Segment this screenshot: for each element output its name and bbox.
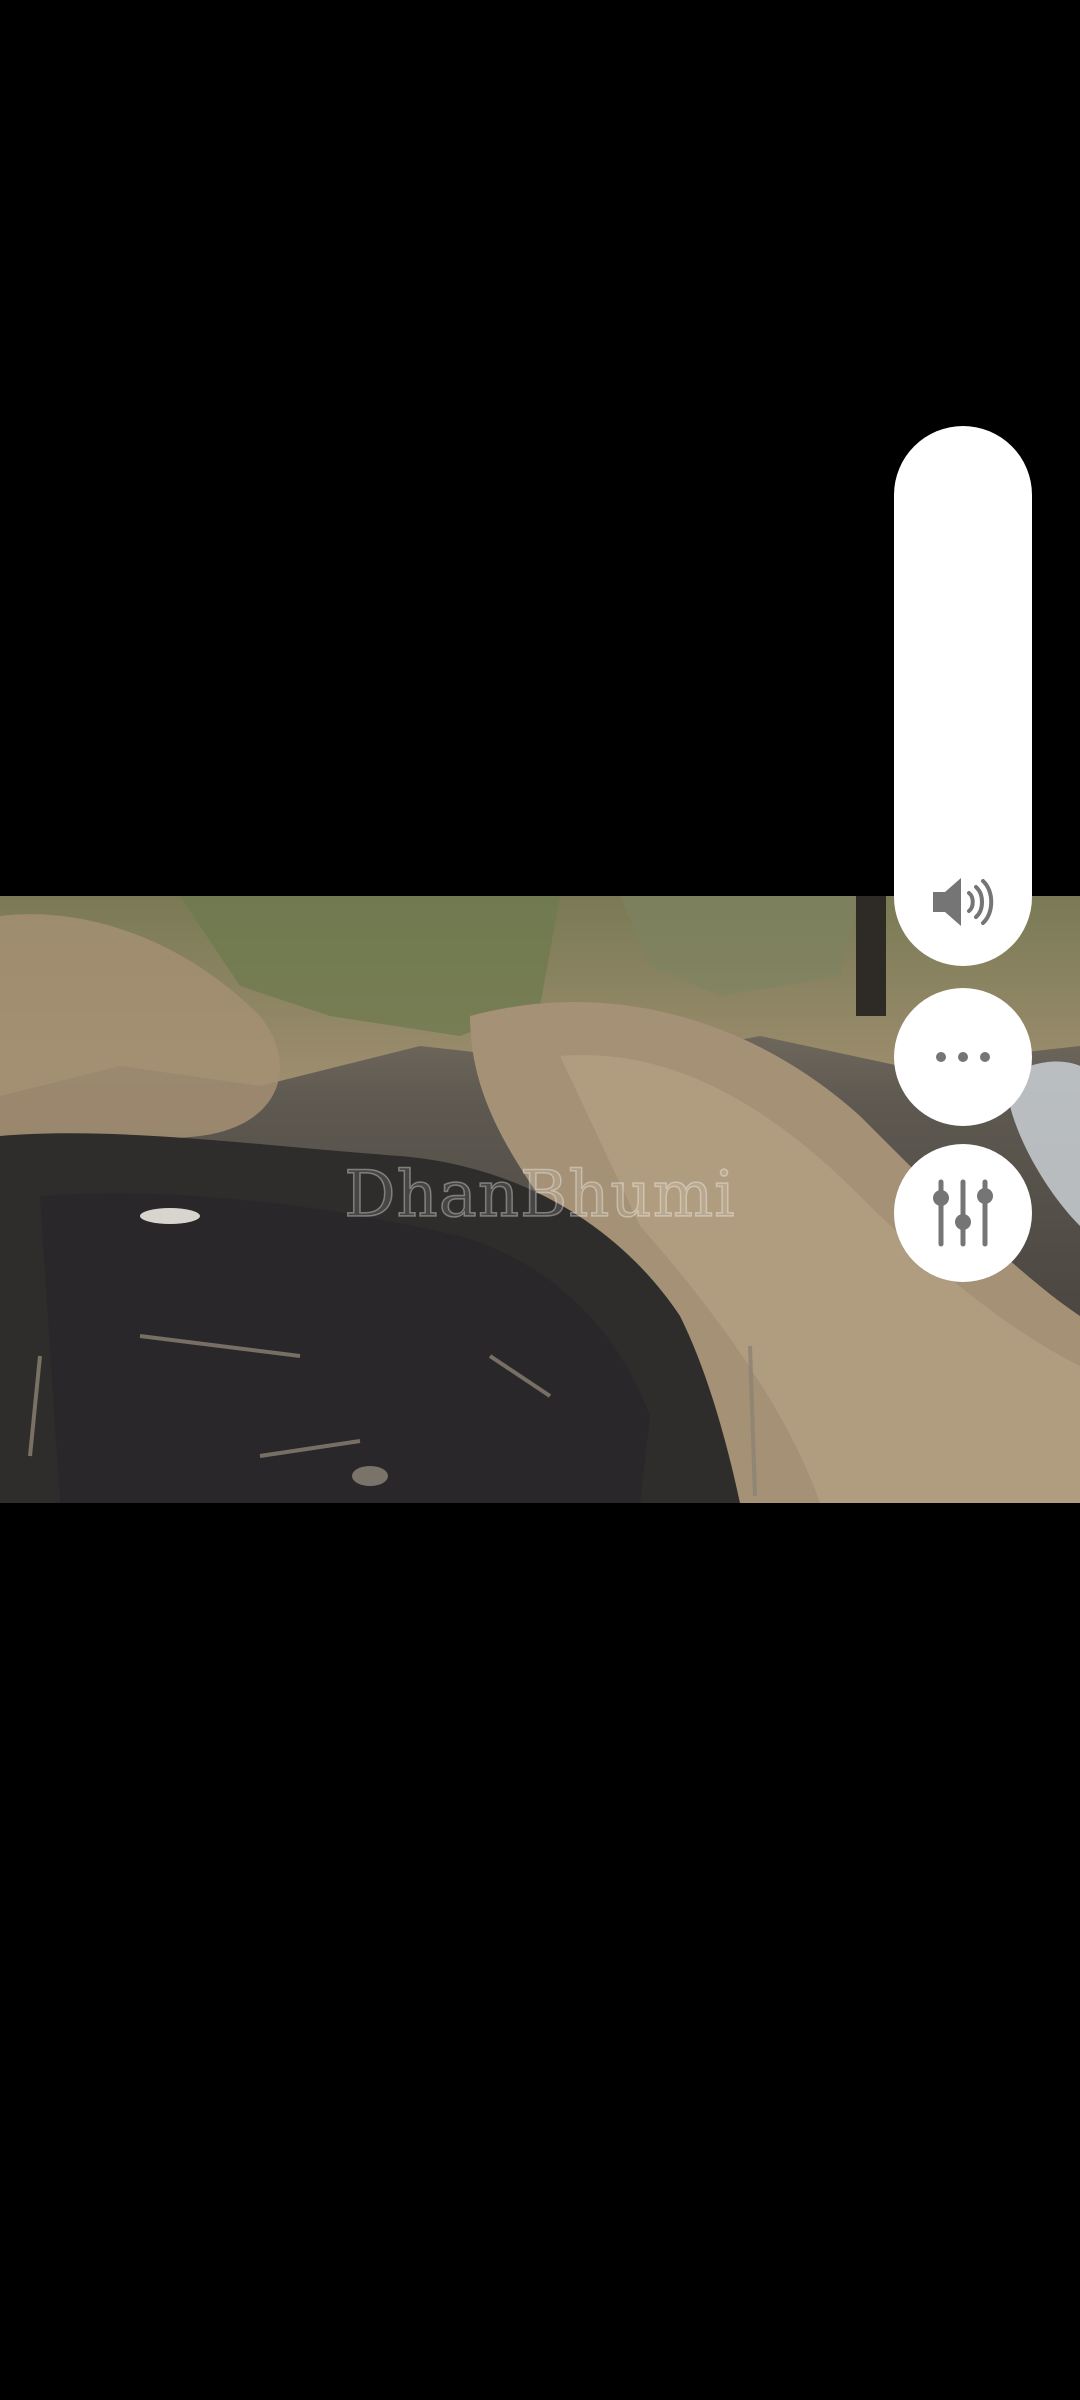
equalizer-sliders-icon: [933, 1179, 993, 1247]
speaker-volume-icon[interactable]: [927, 866, 999, 938]
sound-settings-button[interactable]: [894, 1144, 1032, 1282]
volume-slider-panel[interactable]: [894, 426, 1032, 966]
more-horizontal-icon: [936, 1052, 990, 1062]
more-options-button[interactable]: [894, 988, 1032, 1126]
